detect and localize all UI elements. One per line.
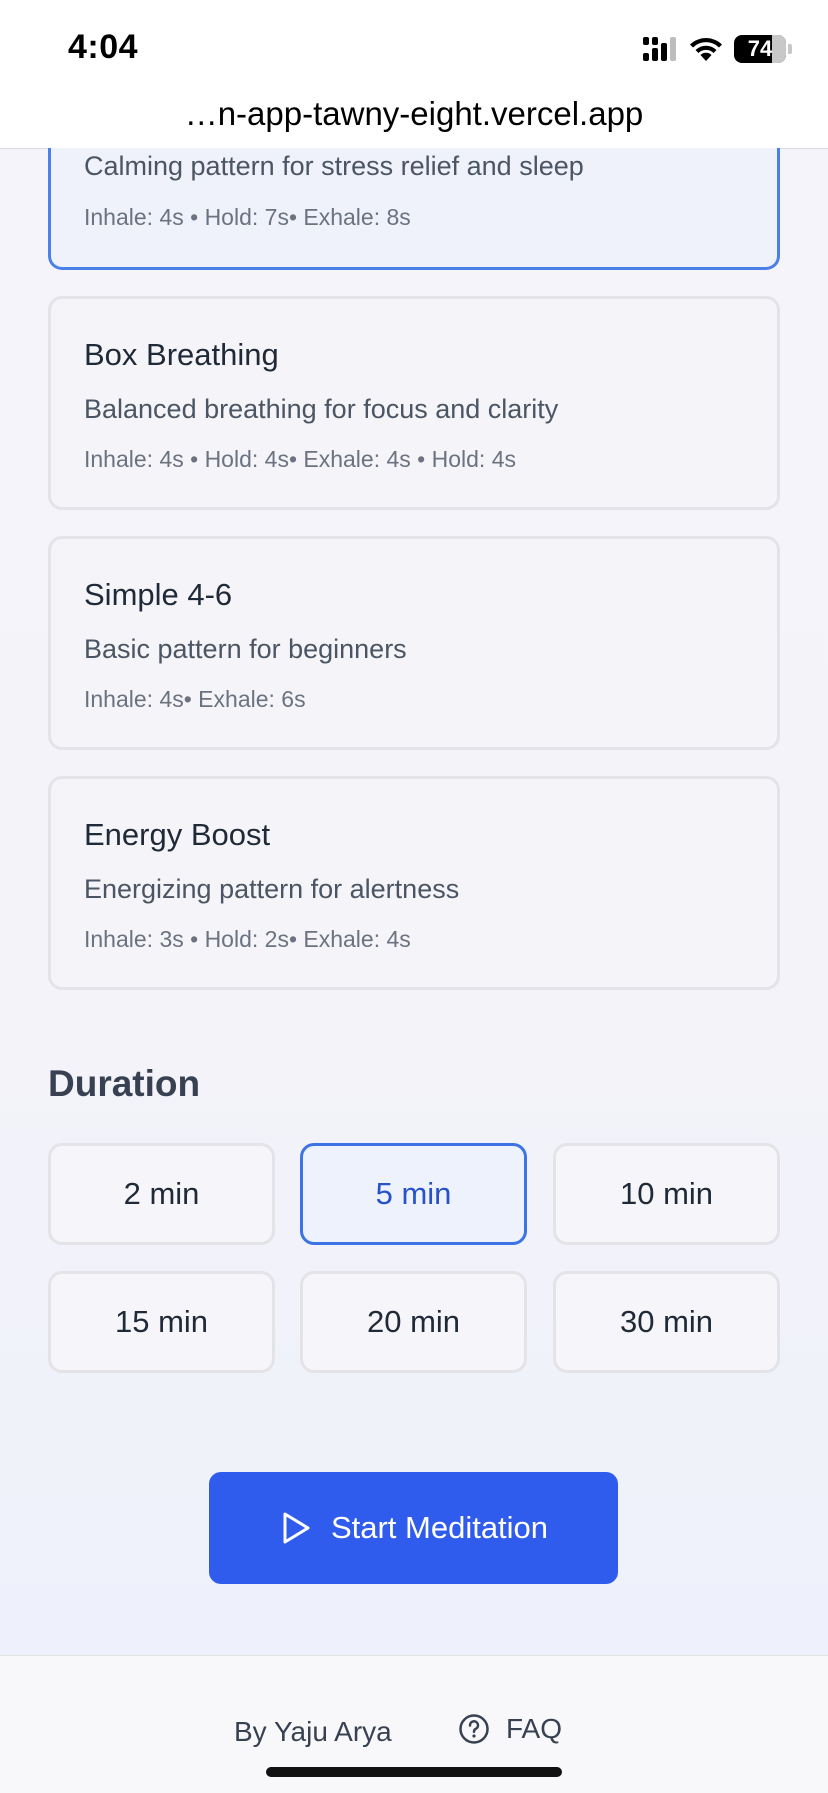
duration-option-2-min[interactable]: 2 min <box>48 1143 275 1245</box>
cellular-signal-icon <box>643 37 676 61</box>
url-text[interactable]: …n-app-tawny-eight.vercel.app <box>185 96 644 132</box>
home-indicator <box>266 1767 562 1777</box>
pattern-card-box-breathing[interactable]: Box Breathing Balanced breathing for foc… <box>48 296 780 510</box>
duration-option-20-min[interactable]: 20 min <box>300 1271 527 1373</box>
pattern-card-energy-boost[interactable]: Energy Boost Energizing pattern for aler… <box>48 776 780 990</box>
pattern-timing: Inhale: 3s • Hold: 2s• Exhale: 4s <box>84 926 411 952</box>
start-meditation-button[interactable]: Start Meditation <box>209 1472 618 1584</box>
pattern-description: Calming pattern for stress relief and sl… <box>84 151 584 181</box>
status-time: 4:04 <box>68 28 139 66</box>
pattern-description: Energizing pattern for alertness <box>84 874 460 904</box>
pattern-description: Balanced breathing for focus and clarity <box>84 394 559 424</box>
battery-tip <box>788 44 792 54</box>
pattern-title: Box Breathing <box>84 337 279 372</box>
status-icons: 74 <box>642 32 792 66</box>
battery-level: 74 <box>747 36 773 61</box>
start-meditation-label: Start Meditation <box>330 1510 549 1545</box>
url-bar[interactable]: …n-app-tawny-eight.vercel.app <box>0 96 828 149</box>
pattern-card-simple-4-6[interactable]: Simple 4-6 Basic pattern for beginners I… <box>48 536 780 750</box>
pattern-description: Basic pattern for beginners <box>84 634 407 664</box>
faq-link[interactable]: FAQ <box>458 1713 562 1745</box>
wifi-icon <box>690 38 722 61</box>
duration-heading: Duration <box>48 1063 201 1104</box>
duration-option-30-min[interactable]: 30 min <box>553 1271 780 1373</box>
pattern-title: Simple 4-6 <box>84 577 233 612</box>
pattern-timing: Inhale: 4s • Hold: 7s• Exhale: 8s <box>84 204 411 230</box>
question-circle-icon <box>459 1714 489 1744</box>
faq-label: FAQ <box>506 1713 563 1744</box>
pattern-card-selected[interactable]: Calming pattern for stress relief and sl… <box>48 148 780 270</box>
battery-icon: 74 <box>734 35 786 63</box>
duration-option-10-min[interactable]: 10 min <box>553 1143 780 1245</box>
duration-option-15-min[interactable]: 15 min <box>48 1271 275 1373</box>
duration-option-5-min[interactable]: 5 min <box>300 1143 527 1245</box>
status-bar: 4:04 74 <box>0 0 828 96</box>
pattern-title: Energy Boost <box>84 817 271 852</box>
pattern-timing: Inhale: 4s• Exhale: 6s <box>84 686 306 712</box>
main-content: Calming pattern for stress relief and sl… <box>0 148 828 1655</box>
footer-author: By Yaju Arya <box>234 1716 392 1747</box>
pattern-timing: Inhale: 4s • Hold: 4s• Exhale: 4s • Hold… <box>84 446 516 472</box>
play-icon <box>283 1512 310 1544</box>
